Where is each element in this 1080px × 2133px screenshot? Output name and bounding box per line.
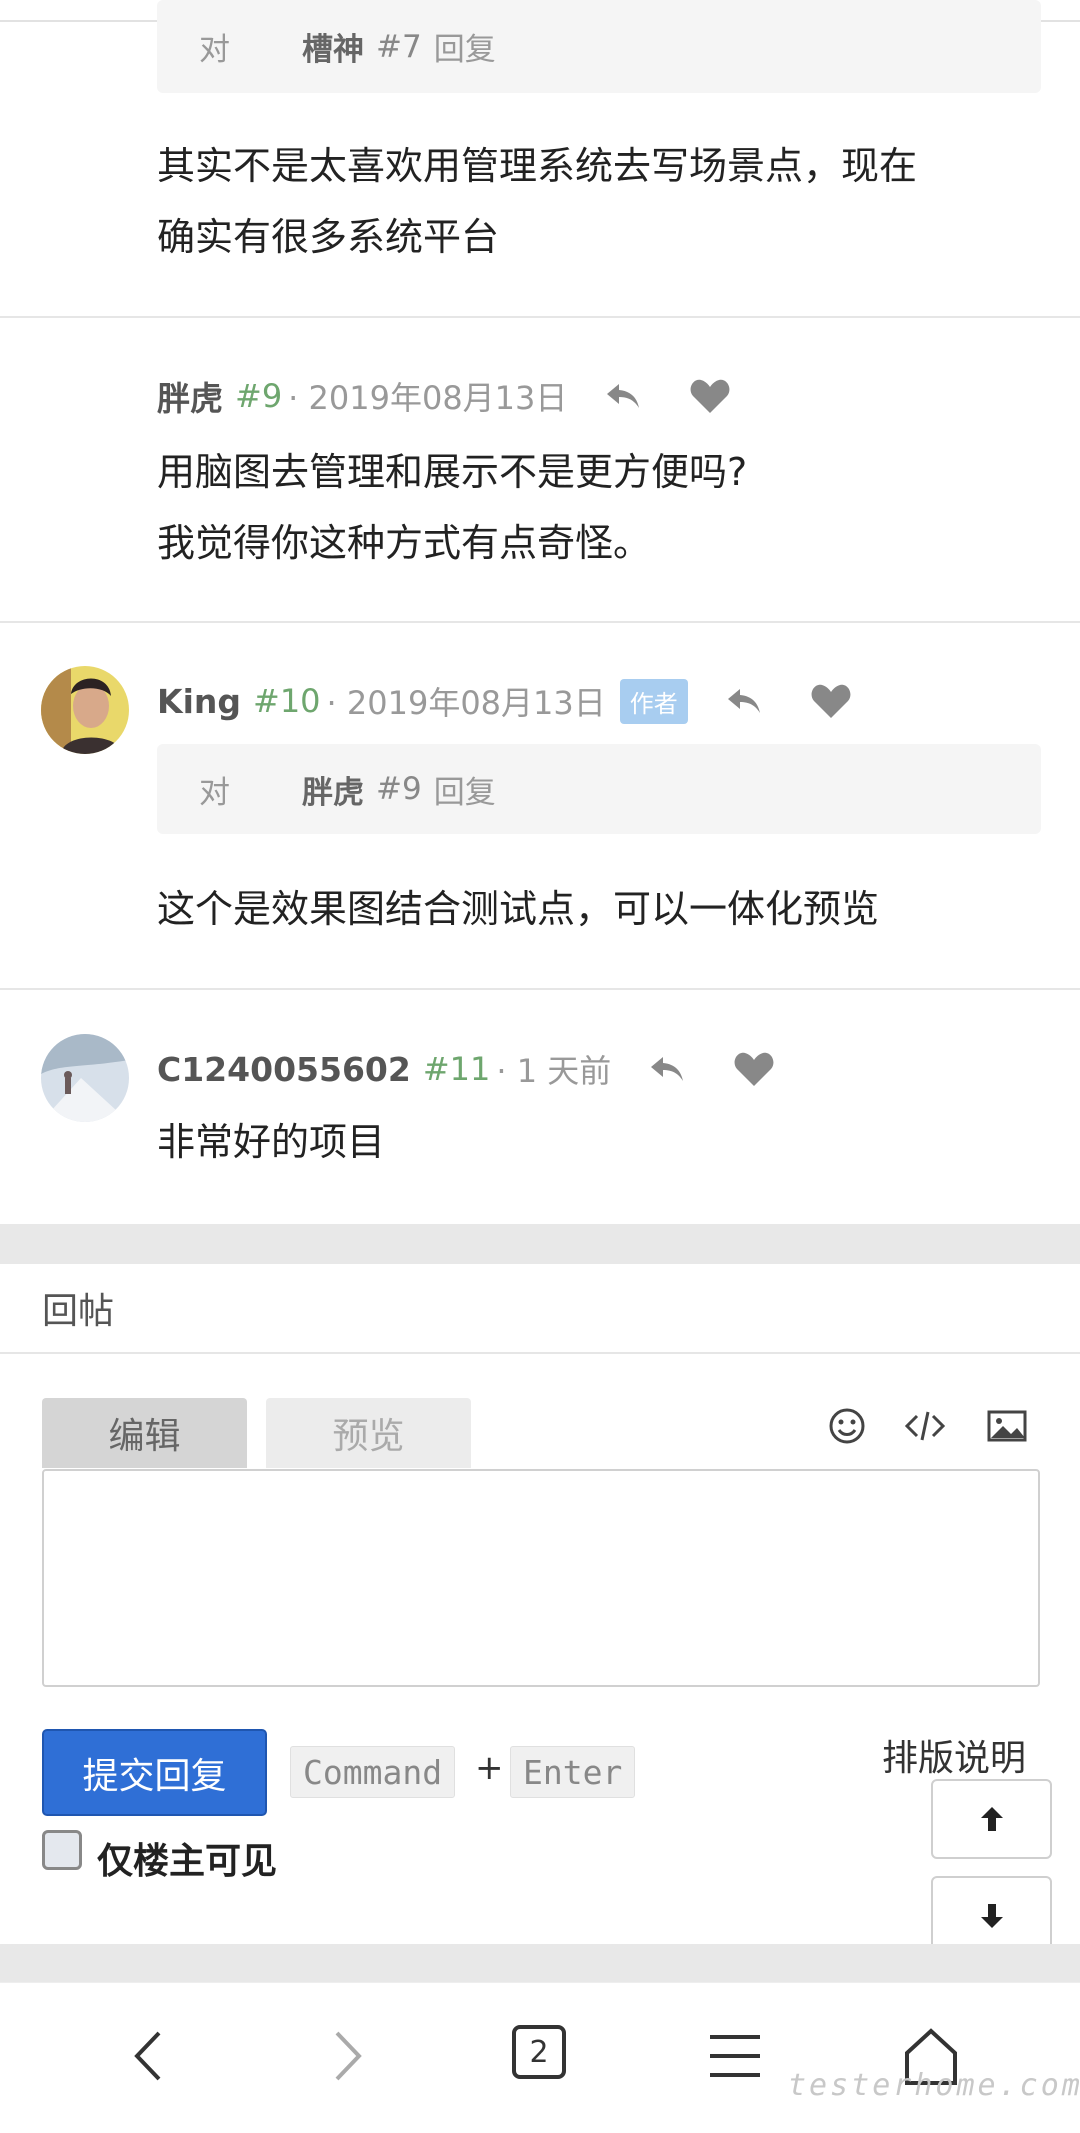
- comment-author[interactable]: C1240055602: [157, 1050, 411, 1089]
- shortcut-key-enter: Enter: [510, 1746, 636, 1798]
- format-help-link[interactable]: 排版说明: [882, 1729, 1026, 1781]
- reply-form-title: 回帖: [0, 1264, 1080, 1354]
- browser-bottom-nav: 2: [0, 1982, 1080, 2133]
- section-separator: [0, 1224, 1080, 1264]
- quote-author[interactable]: 胖虎: [302, 767, 364, 812]
- quote-action: 回复: [433, 774, 496, 811]
- scroll-top-button[interactable]: [931, 1779, 1052, 1859]
- menu-button[interactable]: [708, 2023, 762, 2089]
- reply-textarea[interactable]: [42, 1469, 1040, 1687]
- chevron-right-icon: [335, 2031, 362, 2081]
- avatar[interactable]: [41, 1034, 129, 1122]
- comment-meta: King #10 · 2019年08月13日 作者: [157, 676, 852, 726]
- author-badge: 作者: [619, 678, 688, 724]
- tab-edit[interactable]: 编辑: [42, 1398, 247, 1468]
- tab-preview[interactable]: 预览: [266, 1398, 471, 1468]
- comment-time: · 2019年08月13日: [326, 684, 606, 722]
- comment-line: 我觉得你这种方式有点奇怪。: [157, 521, 652, 565]
- comment-line: 其实不是太喜欢用管理系统去写场景点，现在: [157, 144, 918, 188]
- owner-only-checkbox[interactable]: [42, 1830, 82, 1870]
- topic-page: 对 槽神 #7 回复 其实不是太喜欢用管理系统去写场景点，现在 确实有很多系统平…: [0, 0, 1080, 2133]
- arrow-up-icon: [980, 1807, 1003, 1831]
- tabs-button[interactable]: 2: [512, 2025, 566, 2079]
- reply-quote: 对 胖虎 #9 回复: [157, 744, 1041, 834]
- menu-icon: [710, 2035, 760, 2077]
- section-separator: [0, 1944, 1080, 1982]
- submit-reply-button[interactable]: 提交回复: [42, 1729, 267, 1816]
- quote-author[interactable]: 槽神: [302, 24, 364, 69]
- comment-line: 这个是效果图结合测试点，可以一体化预览: [157, 887, 880, 931]
- reply-icon[interactable]: [647, 1049, 687, 1089]
- comment-time: · 2019年08月13日: [288, 379, 568, 417]
- reply-icon[interactable]: [724, 681, 764, 721]
- comment-author[interactable]: 胖虎: [157, 372, 223, 420]
- comment-divider: [0, 621, 1080, 623]
- comment-floor[interactable]: #10: [253, 682, 321, 720]
- comment-body: 这个是效果图结合测试点，可以一体化预览: [157, 874, 879, 945]
- comment-body: 其实不是太喜欢用管理系统去写场景点，现在 确实有很多系统平台: [157, 131, 917, 273]
- comment-meta: 胖虎 #9 · 2019年08月13日: [157, 371, 731, 421]
- shortcut-plus: +: [475, 1748, 504, 1788]
- comment-floor[interactable]: #11: [423, 1050, 491, 1088]
- comment-divider: [0, 316, 1080, 318]
- comment-body: 非常好的项目: [157, 1107, 385, 1178]
- quote-floor[interactable]: #9: [376, 771, 422, 807]
- reply-icon[interactable]: [603, 376, 643, 416]
- emoji-icon[interactable]: [825, 1404, 869, 1448]
- comment-line: 确实有很多系统平台: [157, 215, 500, 259]
- reply-quote: 对 槽神 #7 回复: [157, 0, 1041, 93]
- avatar[interactable]: [41, 666, 129, 754]
- comment-floor[interactable]: #9: [235, 377, 282, 415]
- quote-action: 回复: [433, 32, 496, 68]
- comment-line: 用脑图去管理和展示不是更方便吗?: [157, 450, 748, 494]
- like-heart-icon[interactable]: [733, 1049, 775, 1089]
- quote-floor[interactable]: #7: [376, 29, 422, 65]
- comment-line: 非常好的项目: [157, 1120, 386, 1164]
- code-icon[interactable]: [903, 1404, 947, 1448]
- comment-meta: C1240055602 #11 · 1 天前: [157, 1044, 775, 1094]
- shortcut-key-command: Command: [290, 1746, 456, 1798]
- reply-form: 回帖 编辑 预览 提交回复 Command + Enter 排版说明 仅楼主可见: [0, 1264, 1080, 1956]
- quote-prefix: 对: [199, 774, 230, 811]
- comment-body: 用脑图去管理和展示不是更方便吗? 我觉得你这种方式有点奇怪。: [157, 437, 747, 579]
- chevron-left-icon: [134, 2031, 161, 2081]
- back-button[interactable]: [128, 2023, 168, 2089]
- quote-prefix: 对: [199, 32, 230, 68]
- arrow-down-icon: [980, 1904, 1003, 1928]
- image-icon[interactable]: [985, 1404, 1029, 1448]
- site-watermark: testerhome.com: [788, 2068, 1080, 2103]
- forward-button[interactable]: [328, 2023, 368, 2089]
- comment-time: · 1 天前: [496, 1052, 612, 1090]
- comment-author[interactable]: King: [157, 682, 241, 721]
- owner-only-label[interactable]: 仅楼主可见: [97, 1832, 277, 1884]
- like-heart-icon[interactable]: [689, 376, 731, 416]
- comment-divider: [0, 988, 1080, 990]
- like-heart-icon[interactable]: [810, 681, 852, 721]
